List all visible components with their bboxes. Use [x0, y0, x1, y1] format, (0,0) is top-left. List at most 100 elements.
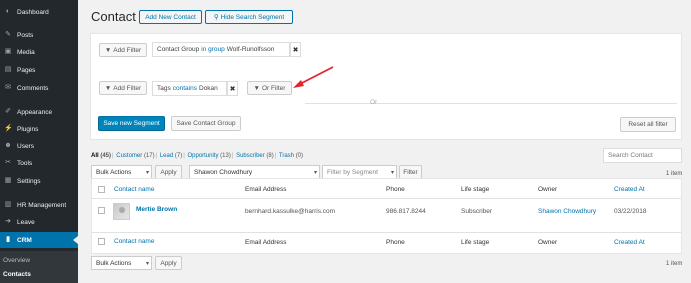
bulk-actions-select-bottom[interactable]: Bulk Actions ▾ [91, 256, 152, 270]
column-created-at-footer[interactable]: Created At [614, 239, 645, 246]
users-icon: ☻ [4, 142, 12, 149]
or-filter-label: Or Filter [261, 84, 286, 92]
sidebar-item-settings[interactable]: ▦ Settings [0, 173, 78, 189]
submenu-contacts[interactable]: Contacts [3, 271, 31, 278]
view-lead[interactable]: Lead (7) [160, 153, 182, 159]
sidebar-item-leave[interactable]: ➜ Leave [0, 214, 78, 230]
view-trash[interactable]: Trash (0) [279, 153, 303, 159]
sidebar-item-label: HR Management [17, 201, 67, 209]
hr-icon: ▥ [4, 201, 12, 208]
column-contact-name-footer[interactable]: Contact name [114, 238, 154, 245]
divider-line [387, 103, 677, 104]
sidebar-item-appearance[interactable]: ✐ Appearance [0, 104, 78, 120]
search-contact-input[interactable]: Search Contact [603, 148, 682, 163]
sidebar-item-dashboard[interactable]: ◐ Dashboard [0, 4, 78, 20]
column-phone: Phone [386, 186, 405, 193]
apply-button-bottom[interactable]: Apply [155, 256, 182, 270]
or-separator: Or [370, 99, 378, 106]
sidebar-item-comments[interactable]: ✉ Comments [0, 80, 78, 96]
add-filter-button-2[interactable]: ▼ Add Filter [99, 81, 147, 95]
sidebar-item-posts[interactable]: ✎ Posts [0, 27, 78, 43]
contacts-table: Contact name Email Address Phone Life st… [91, 178, 682, 254]
segment-filter-select[interactable]: Filter by Segment ▾ [322, 165, 397, 179]
view-subscriber[interactable]: Subscriber (8) [236, 153, 274, 159]
reset-all-filter-button[interactable]: Reset all filter [620, 117, 676, 132]
filter-operator: contains [172, 85, 197, 92]
save-contact-group-button[interactable]: Save Contact Group [171, 116, 241, 131]
or-filter-button[interactable]: ▼ Or Filter [247, 81, 292, 95]
divider-line [92, 198, 681, 199]
submenu-overview[interactable]: Overview [3, 257, 30, 264]
sidebar-item-label: Plugins [17, 125, 39, 133]
apply-button[interactable]: Apply [155, 165, 182, 179]
filter-button[interactable]: Filter [399, 165, 422, 179]
sidebar-item-label: Tools [17, 159, 33, 167]
owner-filter-select[interactable]: Shawon Chowdhury ▾ [189, 165, 320, 179]
leave-icon: ➜ [5, 218, 11, 225]
crm-submenu: Overview Contacts [0, 251, 78, 283]
column-created-at[interactable]: Created At [614, 186, 645, 193]
filter-field: Tags [157, 85, 171, 92]
hide-search-segment-button[interactable]: ⚲ Hide Search Segment [205, 10, 293, 24]
filter-icon: ▼ [104, 84, 112, 92]
sidebar-item-label: Pages [17, 66, 36, 74]
sidebar-item-plugins[interactable]: ⚡ Plugins [0, 121, 78, 137]
brush-icon: ✐ [5, 108, 11, 115]
filter-value: Dokan [198, 85, 218, 92]
sidebar-item-users[interactable]: ☻ Users [0, 138, 78, 154]
search-segment-panel: ▼ Add Filter Contact Group in group Wolf-… [90, 33, 682, 140]
remove-filter-icon[interactable]: ✖ [290, 42, 301, 57]
row-checkbox[interactable] [98, 207, 105, 214]
segment-filter-value: Filter by Segment [327, 168, 378, 176]
settings-icon: ▦ [4, 177, 12, 184]
wrench-icon: ✂ [5, 159, 11, 166]
filter-field: Contact Group [157, 46, 200, 53]
filter-chip-contact-group[interactable]: Contact Group in group Wolf-Runolfsson [152, 42, 290, 57]
contact-owner-link[interactable]: Shawon Chowdhury [538, 208, 596, 215]
item-count-top: 1 item [666, 171, 683, 177]
remove-filter-icon[interactable]: ✖ [227, 81, 238, 96]
add-filter-button[interactable]: ▼ Add Filter [99, 43, 147, 57]
chevron-down-icon: ▾ [145, 170, 149, 176]
chevron-down-icon: ▾ [145, 261, 149, 267]
search-icon: ⚲ [213, 14, 219, 21]
pages-icon: ▤ [4, 66, 12, 73]
sidebar-item-hr-management[interactable]: ▥ HR Management [0, 197, 78, 213]
column-email-footer: Email Address [245, 239, 287, 246]
sidebar-item-pages[interactable]: ▤ Pages [0, 62, 78, 78]
status-views: All (45)| Customer (17)| Lead (7)| Oppor… [91, 153, 304, 159]
sidebar-item-crm[interactable]: ▮ CRM [0, 232, 78, 248]
column-contact-name[interactable]: Contact name [114, 186, 154, 193]
item-count-bottom: 1 item [666, 261, 683, 267]
bulk-actions-value: Bulk Actions [96, 259, 132, 267]
sidebar-item-tools[interactable]: ✂ Tools [0, 155, 78, 171]
divider-line [92, 232, 681, 233]
contact-email: bernhard.kassulke@harris.com [245, 208, 336, 215]
owner-filter-value: Shawon Chowdhury [194, 168, 253, 176]
add-new-contact-button[interactable]: Add New Contact [139, 10, 202, 24]
contact-name-link[interactable]: Mertie Brown [136, 206, 177, 213]
contact-created-at: 03/22/2018 [614, 208, 647, 215]
filter-chip-tags[interactable]: Tags contains Dokan [152, 81, 227, 96]
bulk-actions-select[interactable]: Bulk Actions ▾ [91, 165, 152, 179]
sidebar-item-label: Media [17, 48, 35, 56]
sidebar-item-label: CRM [17, 236, 32, 244]
column-phone-footer: Phone [386, 239, 405, 246]
view-opportunity[interactable]: Opportunity (13) [187, 153, 230, 159]
sidebar-item-media[interactable]: ▣ Media [0, 44, 78, 60]
save-new-segment-button[interactable]: Save new Segment [98, 116, 165, 131]
select-all-checkbox[interactable] [98, 186, 105, 193]
chevron-down-icon: ▾ [313, 170, 317, 176]
filter-value: Wolf-Runolfsson [226, 46, 275, 53]
contact-life-stage: Subscriber [461, 208, 493, 215]
dashboard-icon: ◐ [5, 8, 11, 15]
pin-icon: ✎ [5, 31, 11, 38]
sidebar-item-label: Settings [17, 177, 41, 185]
plug-icon: ⚡ [4, 125, 13, 132]
column-owner-footer: Owner [538, 239, 558, 246]
filter-icon: ▼ [104, 46, 112, 54]
select-all-checkbox-footer[interactable] [98, 238, 105, 245]
chevron-down-icon: ▾ [390, 170, 394, 176]
view-all[interactable]: All (45) [91, 153, 111, 159]
view-customer[interactable]: Customer (17) [116, 153, 154, 159]
